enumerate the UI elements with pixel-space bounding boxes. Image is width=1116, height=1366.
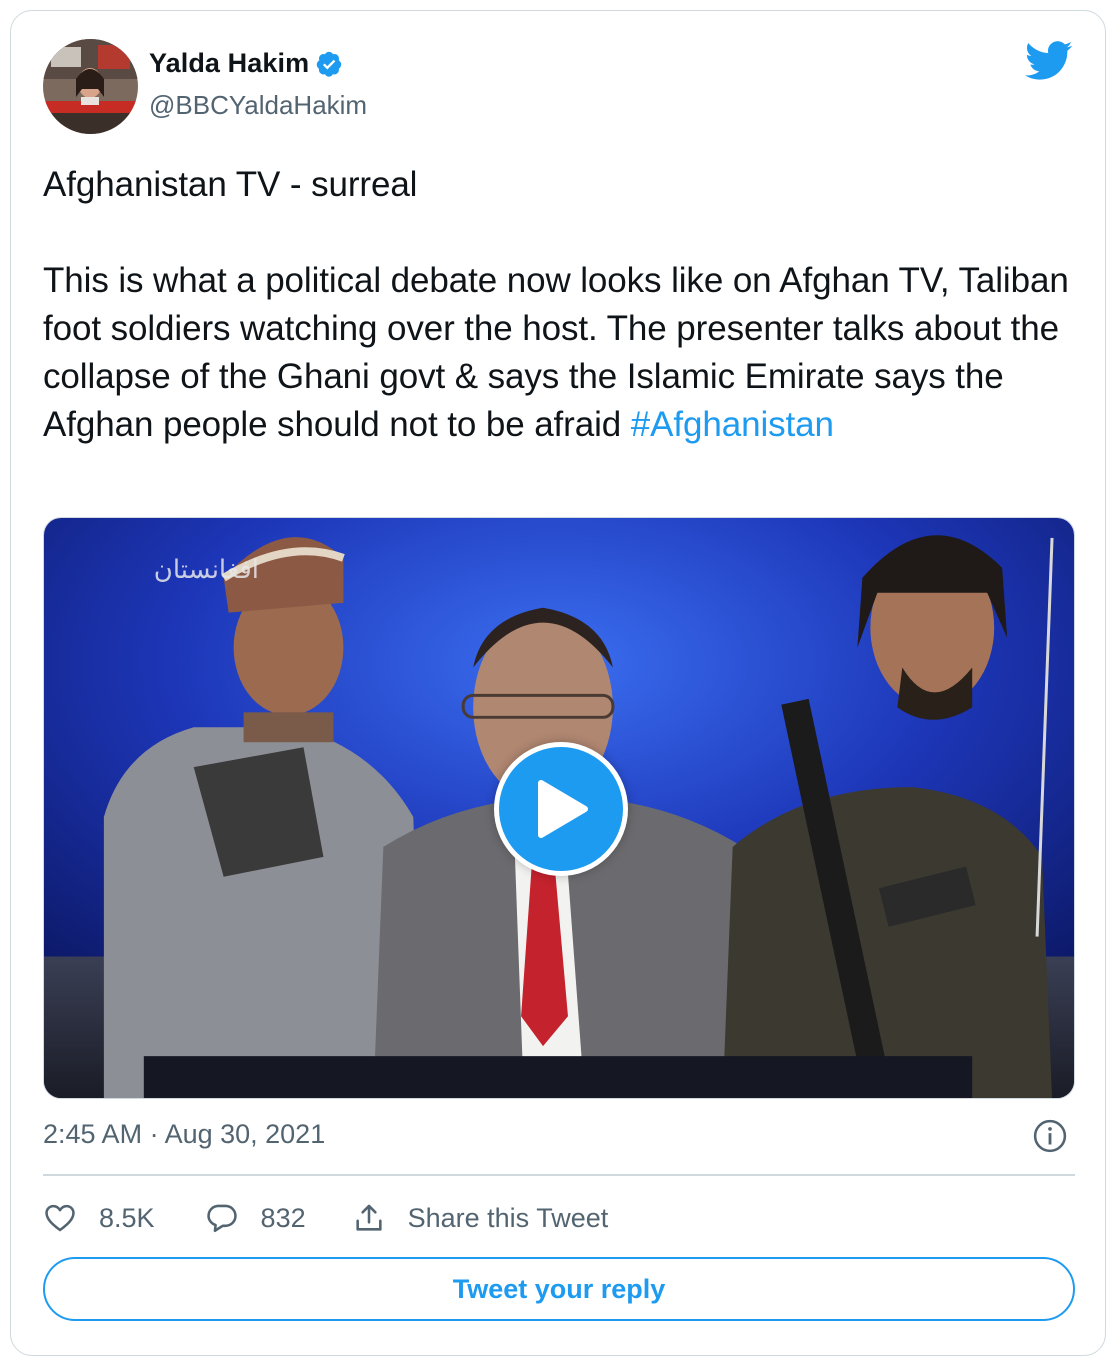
like-button[interactable]: 8.5K: [43, 1201, 155, 1235]
divider: [43, 1174, 1075, 1176]
tweet-text-body: This is what a political debate now look…: [43, 261, 1069, 444]
hashtag-link[interactable]: #Afghanistan: [631, 405, 834, 444]
reply-bubble-icon: [206, 1204, 237, 1233]
share-label: Share this Tweet: [407, 1202, 609, 1233]
handle[interactable]: @BBCYaldaHakim: [149, 90, 367, 121]
channel-logo: افغانستان: [154, 555, 259, 585]
display-name[interactable]: Yalda Hakim: [149, 48, 309, 79]
reply-count: 832: [260, 1202, 306, 1233]
play-button[interactable]: [494, 742, 628, 876]
verified-badge-icon: [316, 51, 342, 77]
tweet-actions: 8.5K 832 Share this Tweet: [43, 1197, 608, 1239]
tweet-reply-button[interactable]: Tweet your reply: [43, 1257, 1075, 1321]
play-icon: [538, 780, 588, 838]
video-player[interactable]: افغانستان: [43, 517, 1075, 1099]
tweet-text-line-1: Afghanistan TV - surreal: [43, 165, 418, 204]
twitter-bird-icon[interactable]: [1025, 41, 1073, 81]
info-icon[interactable]: [1033, 1119, 1067, 1153]
tweet-text: Afghanistan TV - surreal This is what a …: [43, 161, 1083, 449]
tweet-card: Yalda Hakim @BBCYaldaHakim Afghanistan T…: [10, 10, 1106, 1356]
share-button[interactable]: Share this Tweet: [352, 1201, 609, 1235]
avatar[interactable]: [43, 39, 138, 134]
tweet-timestamp[interactable]: 2:45 AM · Aug 30, 2021: [43, 1119, 325, 1150]
heart-icon: [45, 1204, 75, 1232]
like-count: 8.5K: [99, 1202, 155, 1233]
share-icon: [356, 1204, 382, 1231]
reply-button[interactable]: 832: [205, 1201, 306, 1235]
